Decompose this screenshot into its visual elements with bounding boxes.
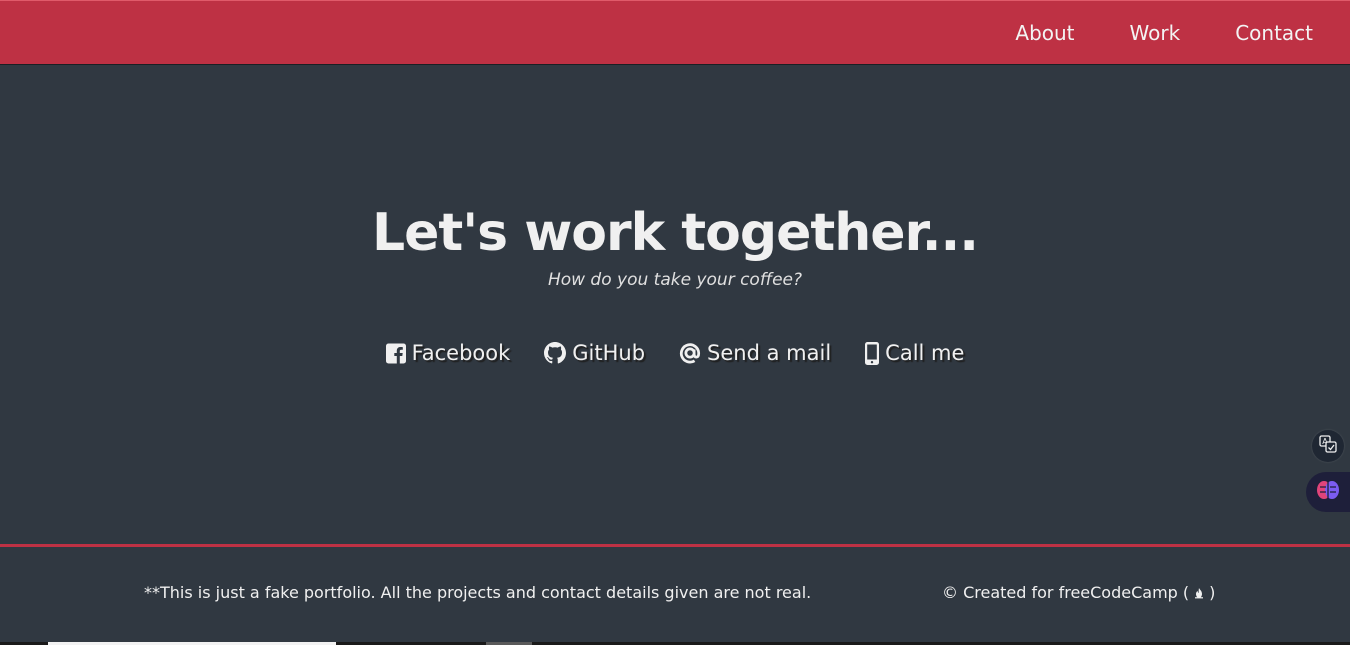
facebook-square-icon	[385, 343, 406, 364]
footer-credit-prefix: © Created for freeCodeCamp (	[942, 583, 1190, 602]
brain-widget[interactable]	[1306, 472, 1350, 512]
nav-item-work: Work	[1112, 1, 1218, 65]
nav-link-contact[interactable]: Contact	[1217, 1, 1350, 65]
footer-credit-suffix: )	[1209, 583, 1216, 602]
contact-link-label: Call me	[885, 341, 965, 365]
contact-link-phone[interactable]: Call me	[865, 337, 964, 369]
nav-link-about[interactable]: About	[997, 1, 1111, 65]
contact-link-label: GitHub	[572, 341, 646, 365]
nav-list: About Work Contact	[997, 1, 1350, 65]
translate-widget[interactable]: A	[1312, 430, 1344, 462]
nav-item-about: About	[997, 1, 1111, 65]
navbar: About Work Contact	[0, 0, 1350, 65]
brain-icon	[1316, 479, 1340, 505]
contact-title: Let's work together...	[371, 203, 979, 263]
at-icon	[679, 342, 701, 364]
translate-icon: A	[1319, 435, 1337, 457]
nav-link-work[interactable]: Work	[1112, 1, 1218, 65]
contact-link-github[interactable]: GitHub	[544, 337, 645, 369]
contact-link-label: Facebook	[411, 341, 511, 365]
contact-link-email[interactable]: Send a mail	[679, 337, 831, 369]
nav-item-contact: Contact	[1217, 1, 1350, 65]
contact-link-label: Send a mail	[707, 341, 832, 365]
mobile-phone-icon	[865, 341, 880, 365]
contact-subtitle: How do you take your coffee?	[547, 270, 803, 290]
contact-section: Let's work together... How do you take y…	[0, 65, 1350, 544]
portfolio-page: About Work Contact Let's work together..…	[0, 0, 1350, 645]
github-icon	[544, 342, 567, 364]
footer-credit: © Created for freeCodeCamp ( )	[942, 583, 1215, 602]
contact-link-facebook[interactable]: Facebook	[385, 337, 511, 369]
freecodecamp-fire-icon[interactable]	[1193, 587, 1205, 599]
footer: **This is just a fake portfolio. All the…	[0, 544, 1350, 645]
contact-links: Facebook GitHub Send a mail Call me	[0, 337, 1350, 369]
footer-disclaimer: **This is just a fake portfolio. All the…	[144, 583, 812, 602]
